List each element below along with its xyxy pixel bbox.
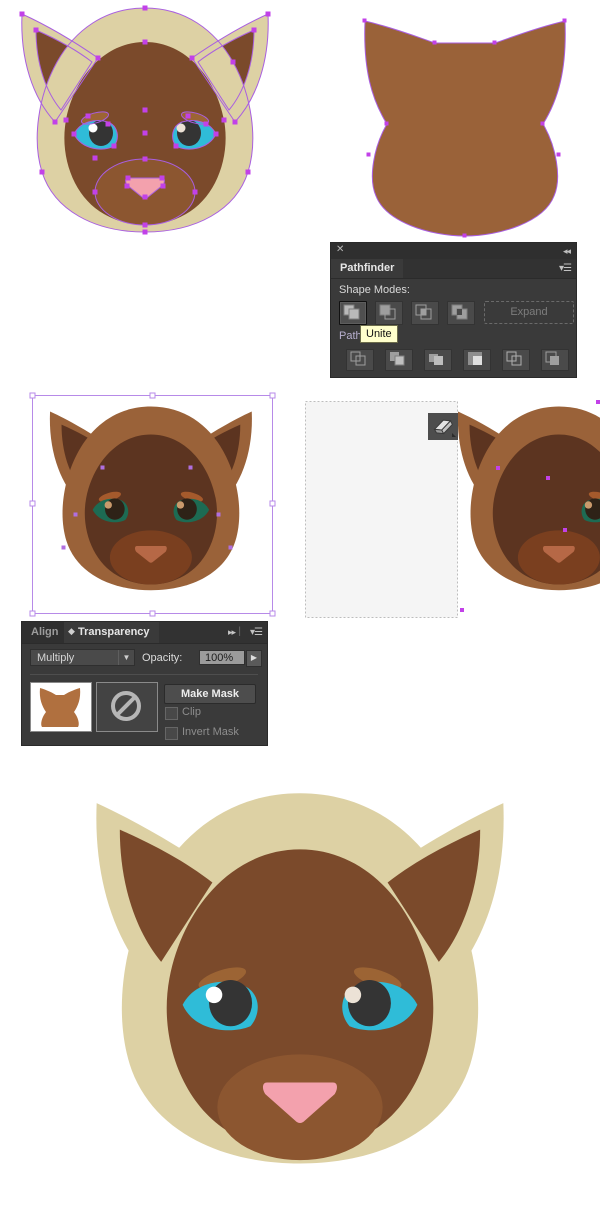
intersect-button[interactable] xyxy=(411,301,439,325)
collapse-icon[interactable]: ▸▸ xyxy=(228,627,235,638)
tab-drag-icon[interactable]: ◆ xyxy=(68,626,75,637)
transparency-tabrow[interactable]: Align Transparency ◆ ▸▸ | ▾☰ xyxy=(22,622,267,644)
opacity-input[interactable]: 100% xyxy=(199,650,245,665)
merge-button[interactable] xyxy=(424,349,452,371)
panel-menu-icon[interactable]: ▾☰ xyxy=(559,263,571,274)
invert-mask-label: Invert Mask xyxy=(182,726,239,738)
unite-button[interactable] xyxy=(339,301,367,325)
tab-pathfinder[interactable]: Pathfinder xyxy=(331,259,403,278)
pathfinder-titlebar[interactable]: ✕ ◂◂ xyxy=(331,243,576,259)
chevron-down-icon[interactable]: ▼ xyxy=(118,650,134,665)
make-mask-button[interactable]: Make Mask xyxy=(164,684,256,704)
m-highlight-right xyxy=(177,501,184,508)
panel-divider: | xyxy=(238,626,241,637)
step-5-final-cat xyxy=(60,780,540,1223)
divide-button[interactable] xyxy=(346,349,374,371)
outline-button[interactable] xyxy=(502,349,530,371)
pathfinder-tabrow[interactable]: Pathfinder ▾☰ xyxy=(331,259,576,279)
transparency-panel[interactable]: Align Transparency ◆ ▸▸ | ▾☰ Multiply ▼ … xyxy=(22,622,267,745)
tab-align[interactable]: Align xyxy=(22,622,68,643)
pathfinder-panel[interactable]: ✕ ◂◂ Pathfinder ▾☰ Shape Modes: Expand P… xyxy=(331,243,576,377)
step-2-united-silhouette xyxy=(330,0,600,240)
blend-mode-value: Multiply xyxy=(37,652,74,664)
step-3-multiply-cat xyxy=(22,390,280,620)
minus-back-button[interactable] xyxy=(541,349,569,371)
opacity-stepper[interactable]: ▶ xyxy=(246,650,262,667)
final-highlight-right xyxy=(345,987,362,1004)
cat-silhouette-path xyxy=(365,21,566,236)
crop-button[interactable] xyxy=(463,349,491,371)
clip-checkbox[interactable] xyxy=(165,707,178,720)
artwork-thumbnail[interactable] xyxy=(30,682,92,732)
final-highlight-left xyxy=(206,987,223,1004)
unite-tooltip: Unite xyxy=(360,325,398,343)
panel-divider-line xyxy=(30,674,258,675)
panel-menu-icon[interactable]: ▾☰ xyxy=(250,627,262,638)
expand-button[interactable]: Expand xyxy=(484,301,574,324)
trim-button[interactable] xyxy=(385,349,413,371)
opacity-label: Opacity: xyxy=(142,652,182,664)
clip-label: Clip xyxy=(182,706,201,718)
m-highlight-left xyxy=(105,501,112,508)
p-highlight-right xyxy=(585,501,592,508)
thumbnail-cat-silhouette xyxy=(40,688,80,727)
tab-transparency[interactable]: Transparency xyxy=(64,622,159,643)
minus-front-button[interactable] xyxy=(375,301,403,325)
blend-mode-select[interactable]: Multiply ▼ xyxy=(30,649,135,666)
step-1-cat-with-paths xyxy=(0,0,290,240)
close-icon[interactable]: ✕ xyxy=(336,245,344,255)
invert-mask-checkbox[interactable] xyxy=(165,727,178,740)
eraser-tool-icon[interactable] xyxy=(428,413,458,440)
pathfinders-label: Path xyxy=(339,330,362,342)
collapse-icon[interactable]: ◂◂ xyxy=(563,246,570,257)
shape-modes-label: Shape Modes: xyxy=(339,284,410,296)
exclude-button[interactable] xyxy=(447,301,475,325)
cat-eye-highlight-left xyxy=(89,124,98,133)
mask-thumbnail[interactable] xyxy=(96,682,158,732)
